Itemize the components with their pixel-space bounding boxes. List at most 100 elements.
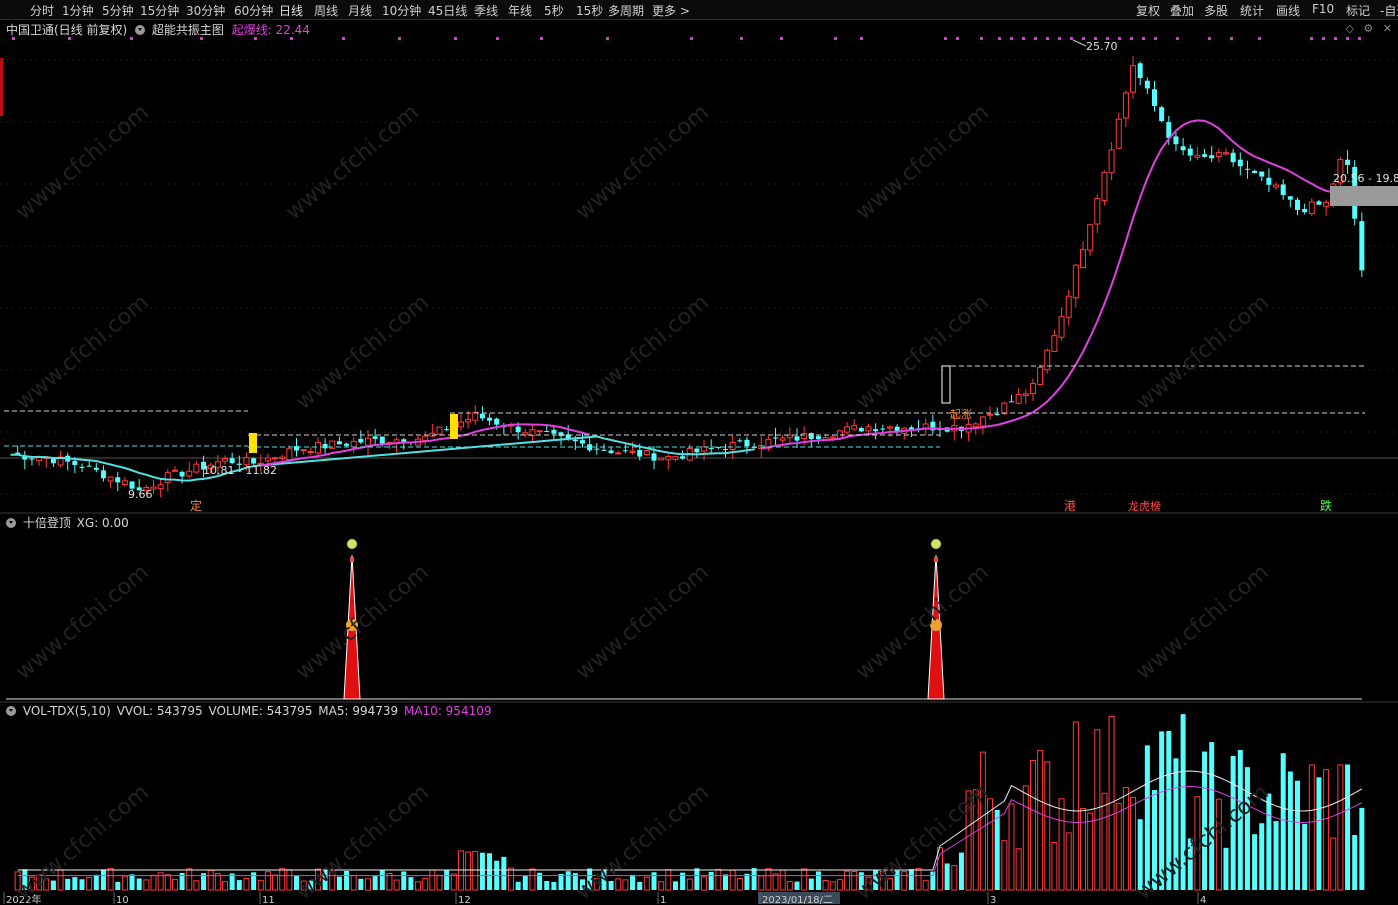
candle	[851, 425, 858, 430]
range-label-right: 20.56 - 19.8	[1333, 172, 1398, 185]
volume-bar	[1345, 764, 1351, 890]
candle	[1266, 177, 1272, 185]
volume-bar	[1273, 821, 1279, 890]
candle	[193, 463, 200, 473]
volume-bar	[515, 881, 521, 890]
tag-ding: 定	[190, 498, 202, 513]
candle	[1316, 201, 1322, 205]
candle	[1295, 199, 1300, 211]
candle	[729, 442, 736, 450]
volume-bar	[1115, 802, 1122, 891]
volume-bar	[1266, 793, 1272, 890]
signal-dot	[1258, 37, 1261, 40]
high-label-pointer	[1072, 39, 1087, 47]
candle	[1115, 118, 1122, 149]
volume-bar	[643, 876, 650, 891]
volume-bar	[979, 751, 986, 891]
volume-bar	[1037, 749, 1044, 891]
yellow-bar-1	[249, 433, 257, 453]
candle	[93, 467, 99, 470]
candle	[479, 413, 485, 419]
candle	[544, 431, 550, 433]
candle	[672, 456, 679, 460]
signal-dot	[398, 37, 401, 40]
volume-bar	[450, 873, 457, 891]
candle	[551, 429, 557, 434]
signal-dot	[1118, 37, 1121, 40]
volume-bar	[1223, 847, 1229, 890]
volume-bar	[1087, 812, 1094, 891]
volume-bar	[1029, 759, 1036, 891]
volume-bar	[794, 881, 800, 890]
x-axis-label-4: 1	[660, 895, 666, 904]
candle	[987, 413, 994, 416]
candle	[1137, 63, 1143, 79]
volume-bar	[1044, 761, 1051, 891]
volume-bar	[286, 869, 293, 891]
volume-bar	[658, 881, 665, 891]
candle	[79, 466, 85, 468]
tag-qizhang: 起涨	[950, 408, 972, 421]
signal-dot	[1358, 37, 1361, 40]
volume-bar	[408, 877, 414, 890]
candle	[979, 416, 986, 427]
volume-bar	[522, 875, 528, 890]
volume-bar	[72, 877, 78, 890]
candle	[222, 458, 228, 462]
volume-bar	[622, 879, 629, 891]
volume-bar	[1072, 721, 1079, 891]
x-axis-label-6: 3	[990, 895, 996, 904]
tag-longhu: 龙虎榜	[1128, 499, 1161, 513]
candle	[1094, 198, 1101, 225]
volume-bar	[1323, 769, 1330, 891]
volume-bar	[79, 879, 85, 890]
signal-dot	[1176, 37, 1179, 40]
candle	[29, 458, 35, 460]
candle	[972, 423, 979, 428]
volume-bar	[1259, 823, 1265, 890]
volume-bar	[729, 869, 736, 891]
signal-dot	[254, 37, 257, 40]
volume-bar	[1065, 832, 1072, 891]
candle	[300, 449, 307, 452]
kline-chart[interactable]: 25.70 9.66 10.81 - 11.82 20.56 - 19.8 定 港 龙虎榜 跌…	[0, 0, 1398, 904]
volume-bar	[772, 873, 779, 891]
candle	[1152, 89, 1157, 107]
volume-bar	[257, 879, 264, 891]
candle	[608, 450, 614, 454]
candle	[723, 448, 728, 450]
candle	[314, 441, 321, 454]
volume-bar	[544, 880, 550, 890]
candle	[1252, 170, 1258, 174]
candle	[1058, 316, 1065, 338]
volume-bar	[529, 868, 536, 891]
candle	[358, 438, 364, 443]
candle	[522, 432, 529, 436]
candle	[601, 449, 607, 451]
signal-dot	[1034, 37, 1037, 40]
volume-bar	[944, 863, 950, 890]
candle	[1244, 168, 1250, 170]
volume-bar	[379, 869, 385, 890]
volume-bar	[694, 868, 700, 890]
volume-bar	[365, 878, 371, 891]
signal-dot	[1334, 37, 1337, 40]
signal-dot	[860, 37, 863, 40]
high-label: 25.70	[1086, 40, 1118, 53]
candle	[1323, 201, 1330, 207]
left-marker	[0, 58, 3, 116]
candle	[1065, 295, 1072, 318]
candle	[1194, 154, 1201, 158]
signal-dot	[1070, 37, 1073, 40]
volume-bar	[401, 871, 407, 890]
candle	[1087, 224, 1094, 251]
candle	[880, 428, 886, 430]
volume-bar	[251, 872, 257, 890]
volume-bar	[115, 881, 121, 890]
candle	[894, 426, 900, 432]
apple-icon-0	[347, 539, 357, 549]
low-label: 9.66	[128, 488, 153, 501]
volume-bar	[372, 876, 378, 890]
x-axis-label-3: 12	[458, 895, 471, 904]
signal-dot	[1230, 37, 1233, 40]
